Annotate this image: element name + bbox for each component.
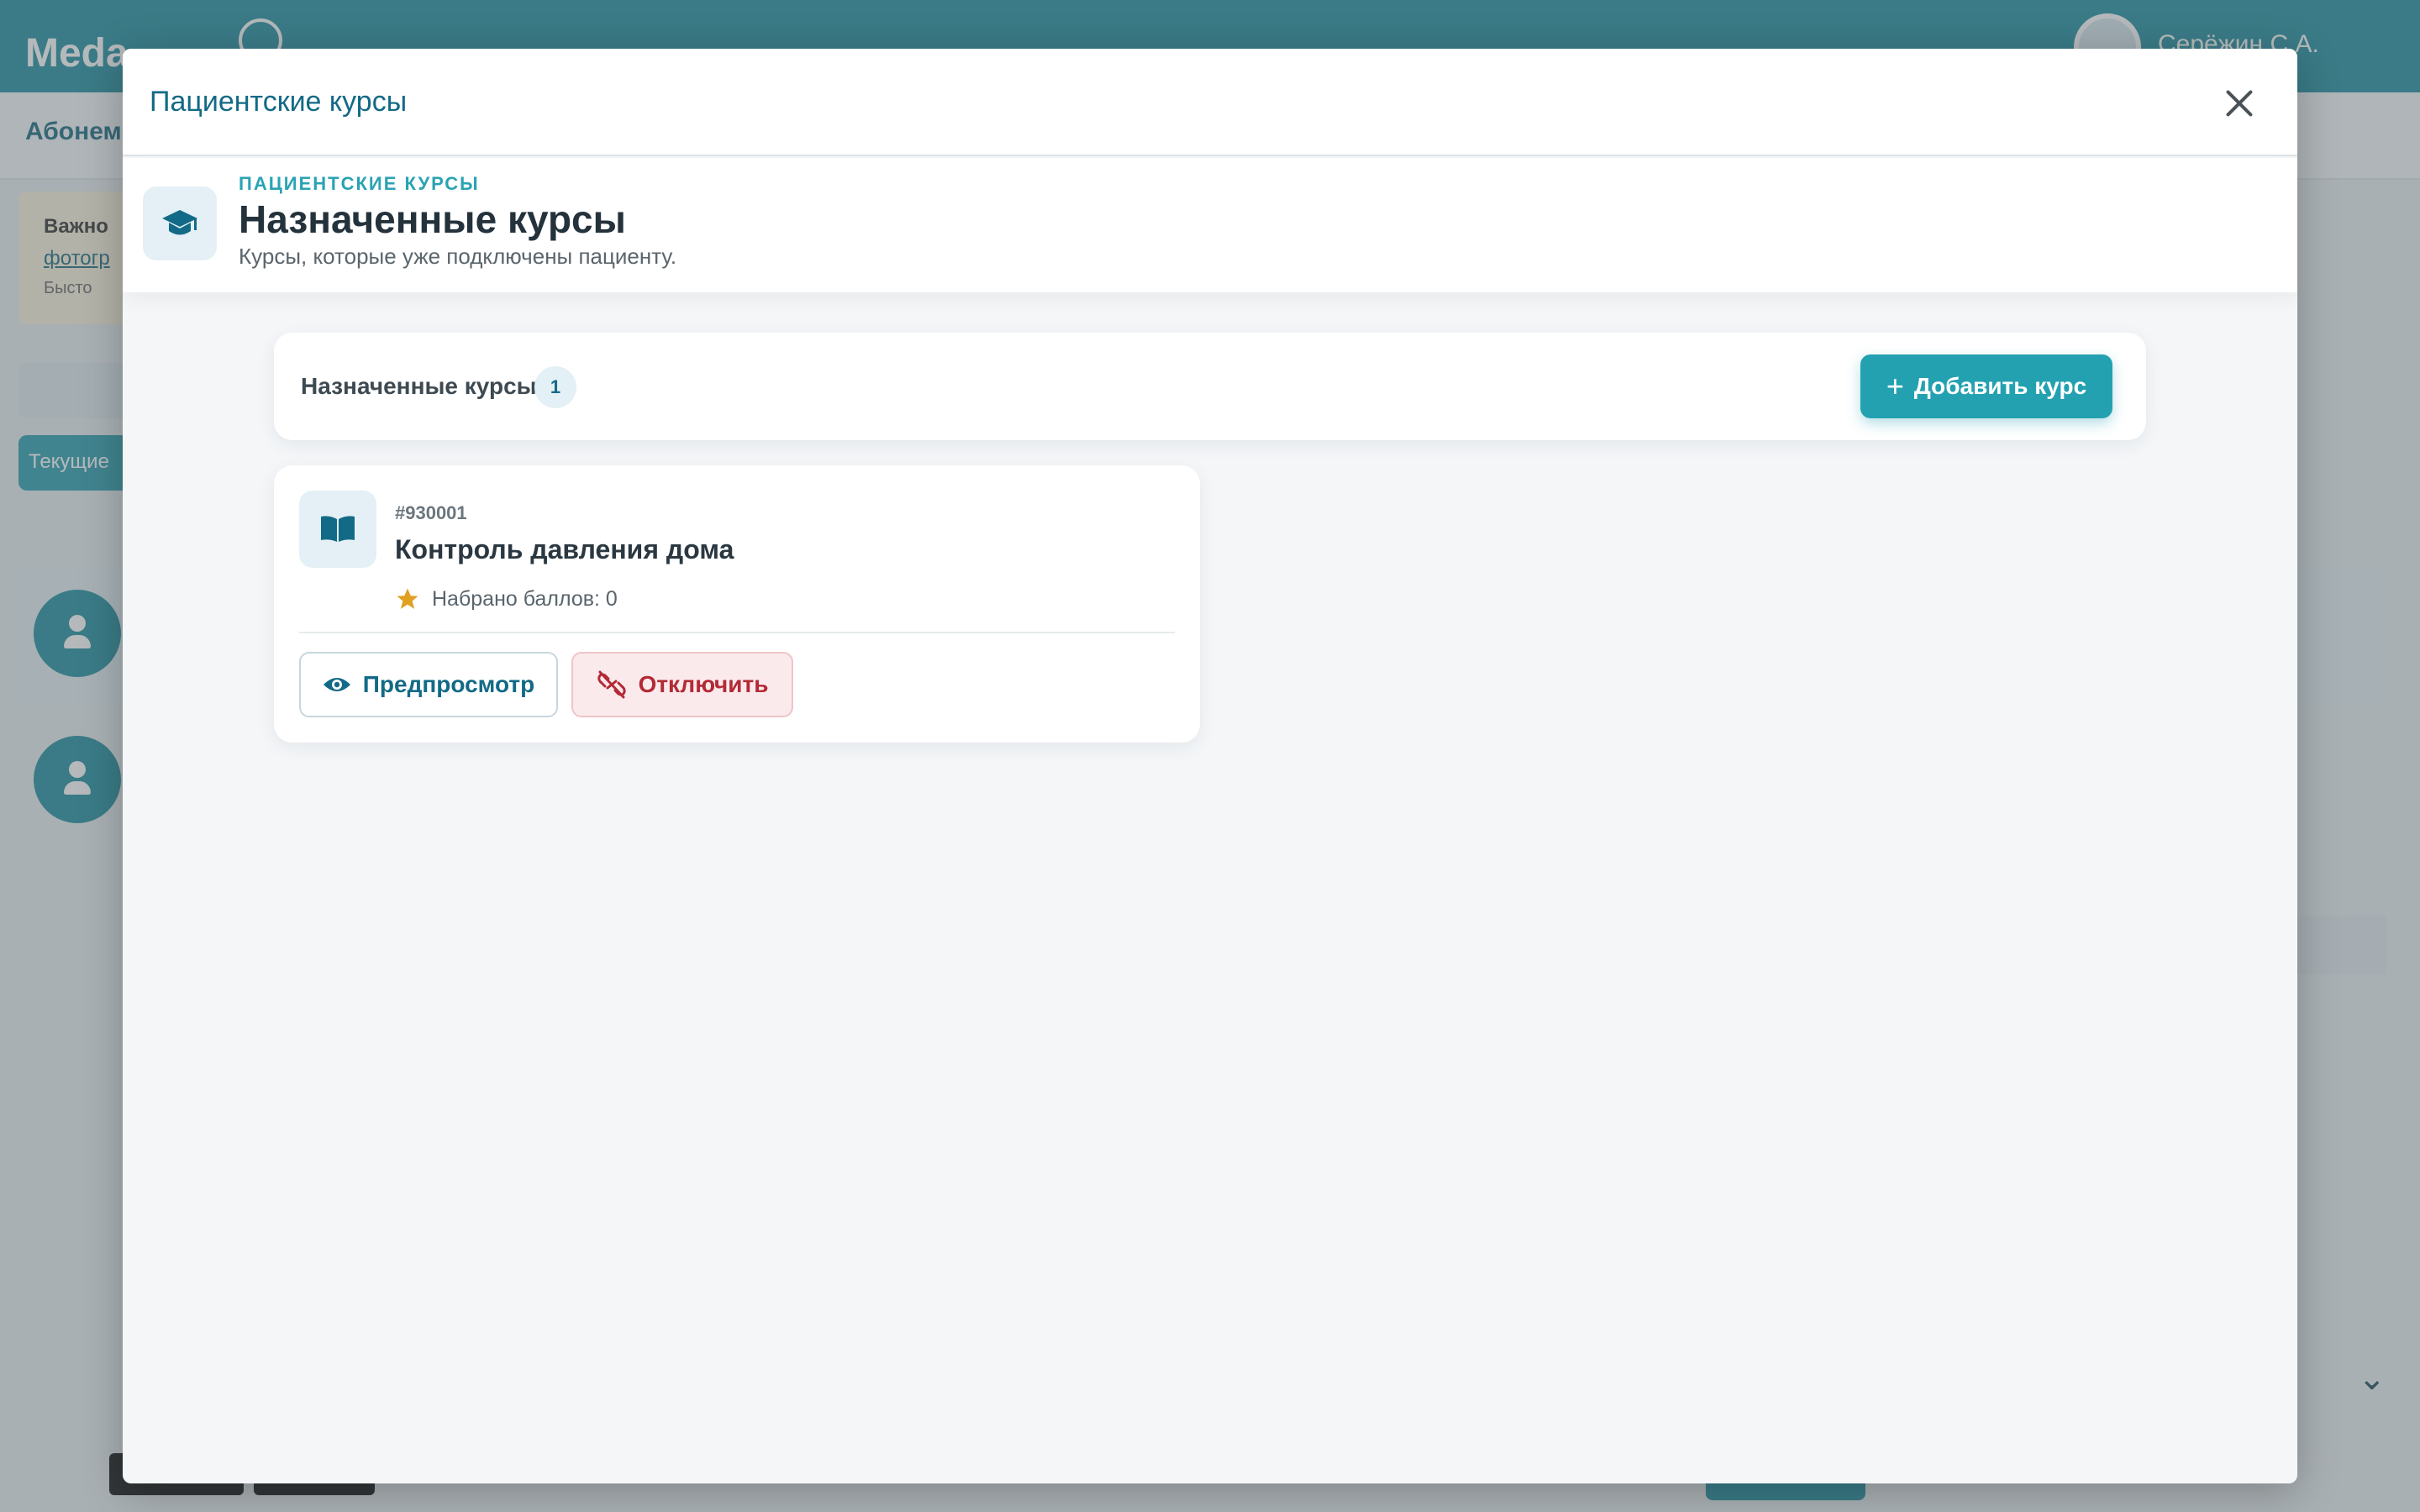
- patient-courses-modal: Пациентские курсы ПАЦИЕНТСКИЕ КУРСЫ Назн…: [123, 49, 2297, 1483]
- course-id: #930001: [395, 502, 467, 523]
- unlink-icon: [597, 670, 626, 699]
- courses-toolbar: Назначенные курсы 1 + Добавить курс: [274, 333, 2146, 440]
- disconnect-label: Отключить: [638, 671, 769, 697]
- close-icon[interactable]: [2218, 82, 2260, 124]
- page-hero: ПАЦИЕНТСКИЕ КУРСЫ Назначенные курсы Курс…: [123, 158, 2297, 292]
- add-course-label: Добавить курс: [1913, 373, 2087, 399]
- modal-title: Пациентские курсы: [150, 86, 408, 118]
- star-icon: [397, 588, 418, 609]
- divider: [299, 632, 1175, 633]
- course-card: #930001 Контроль давления дома Набрано б…: [274, 465, 1200, 743]
- hero-eyebrow: ПАЦИЕНТСКИЕ КУРСЫ: [239, 173, 480, 194]
- book-icon: [299, 491, 376, 568]
- preview-label: Предпросмотр: [362, 671, 535, 697]
- add-course-button[interactable]: + Добавить курс: [1860, 354, 2112, 418]
- preview-button[interactable]: Предпросмотр: [299, 652, 558, 717]
- modal-header: Пациентские курсы: [123, 49, 2297, 156]
- points-label: Набрано баллов: 0: [432, 586, 618, 611]
- disconnect-button[interactable]: Отключить: [571, 652, 793, 717]
- course-name: Контроль давления дома: [395, 534, 734, 564]
- course-points: Набрано баллов: 0: [395, 586, 618, 612]
- eye-icon: [323, 678, 350, 691]
- plus-icon: +: [1886, 369, 1904, 403]
- page-subtitle: Курсы, которые уже подключены пациенту.: [239, 244, 677, 269]
- graduation-cap-icon: [143, 186, 217, 260]
- page-title: Назначенные курсы: [239, 197, 626, 241]
- courses-count-badge: 1: [534, 366, 576, 408]
- toolbar-label: Назначенные курсы: [301, 373, 537, 399]
